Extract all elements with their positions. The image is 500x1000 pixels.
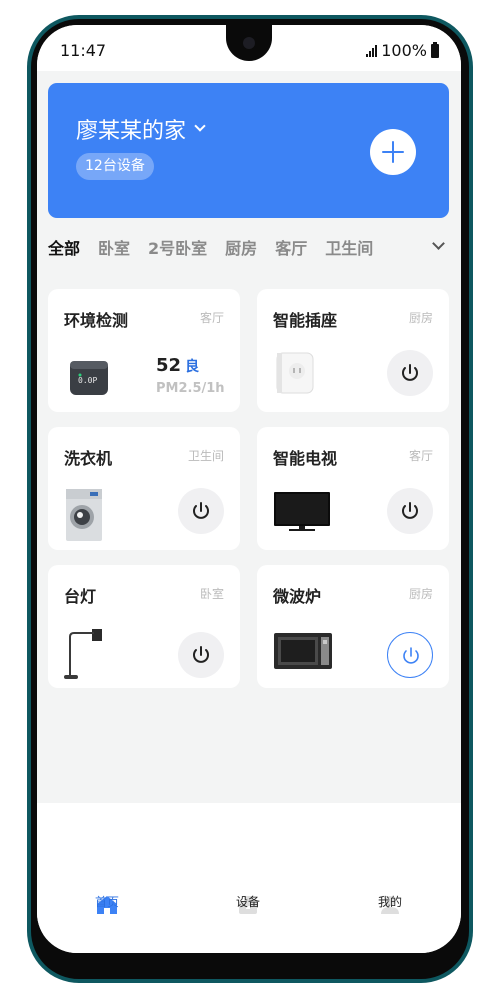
power-button[interactable] [178,632,224,678]
device-name: 微波炉 [273,587,322,606]
power-icon [402,502,418,519]
device-name: 环境检测 [64,311,129,330]
device-card-washing-machine[interactable]: 洗衣机 卫生间 [48,427,240,550]
home-selector[interactable]: 廖某某的家 [76,113,206,145]
washing-machine-image [66,489,102,541]
camera-icon [243,37,255,49]
chevron-down-icon[interactable] [432,237,445,250]
device-room: 客厅 [408,449,433,463]
device-card-microwave[interactable]: 微波炉 厨房 [257,565,449,688]
power-icon [193,646,209,663]
device-room: 卫生间 [187,449,224,463]
tab-bathroom[interactable]: 卫生间 [325,235,373,259]
signal-icon [366,44,378,57]
power-icon [403,647,419,664]
tab-living-room[interactable]: 客厅 [275,235,307,259]
status-indicators: 100% [366,41,439,60]
battery-percent: 100% [381,41,427,60]
home-title: 廖某某的家 [76,119,187,144]
home-card: 廖某某的家 12台设备 [48,83,449,218]
device-card-tv[interactable]: 智能电视 客厅 [257,427,449,550]
device-card-desk-lamp[interactable]: 台灯 卧室 [48,565,240,688]
device-name: 台灯 [64,587,97,606]
device-name: 洗衣机 [64,449,113,468]
device-name: 智能电视 [273,449,338,468]
volume-button [470,205,473,325]
status-time: 11:47 [60,41,107,60]
nav-devices[interactable]: 设备 [218,893,278,910]
smart-plug-image [276,352,314,394]
battery-icon [431,41,439,58]
room-tabs: 全部 卧室 2号卧室 厨房 客厅 卫生间 [48,233,449,261]
nav-home[interactable]: 首页 [77,893,137,910]
power-button[interactable] [178,488,224,534]
device-room: 客厅 [199,311,224,325]
add-device-button[interactable] [370,129,416,175]
screen: 11:47 100% 廖某某的家 12台设备 全部 卧室 2号卧室 厨房 客厅 … [37,25,461,953]
pm-value-row: 52 良 [156,355,199,376]
device-count-badge: 12台设备 [76,153,154,180]
chevron-down-icon [194,120,206,132]
device-room: 厨房 [408,587,433,601]
pm-label: PM2.5/1h [156,381,225,396]
pm-value: 52 [156,355,182,376]
tab-bedroom-2[interactable]: 2号卧室 [148,235,207,259]
device-card-air-monitor[interactable]: 环境检测 客厅 0.0P 52 良 PM2.5/1h [48,289,240,412]
bottom-nav [37,803,461,953]
microwave-image [274,633,332,669]
tv-image [274,492,330,531]
power-icon [193,502,209,519]
svg-text:0.0P: 0.0P [78,376,97,385]
power-button[interactable] [387,632,433,678]
pm-quality: 良 [185,359,200,375]
nav-profile[interactable]: 我的 [360,893,420,910]
device-name: 智能插座 [273,311,338,330]
status-bar: 11:47 100% [37,25,461,71]
device-room: 厨房 [408,311,433,325]
tab-kitchen[interactable]: 厨房 [225,235,257,259]
power-button[interactable] [387,350,433,396]
power-button [470,365,473,417]
power-button[interactable] [387,488,433,534]
tab-bedroom[interactable]: 卧室 [98,235,130,259]
desk-lamp-image [64,629,102,679]
power-icon [402,364,418,381]
camera-notch [226,25,272,61]
tab-all[interactable]: 全部 [48,235,80,259]
air-monitor-image: 0.0P [70,361,108,395]
device-card-smart-plug[interactable]: 智能插座 厨房 [257,289,449,412]
device-room: 卧室 [199,587,224,601]
